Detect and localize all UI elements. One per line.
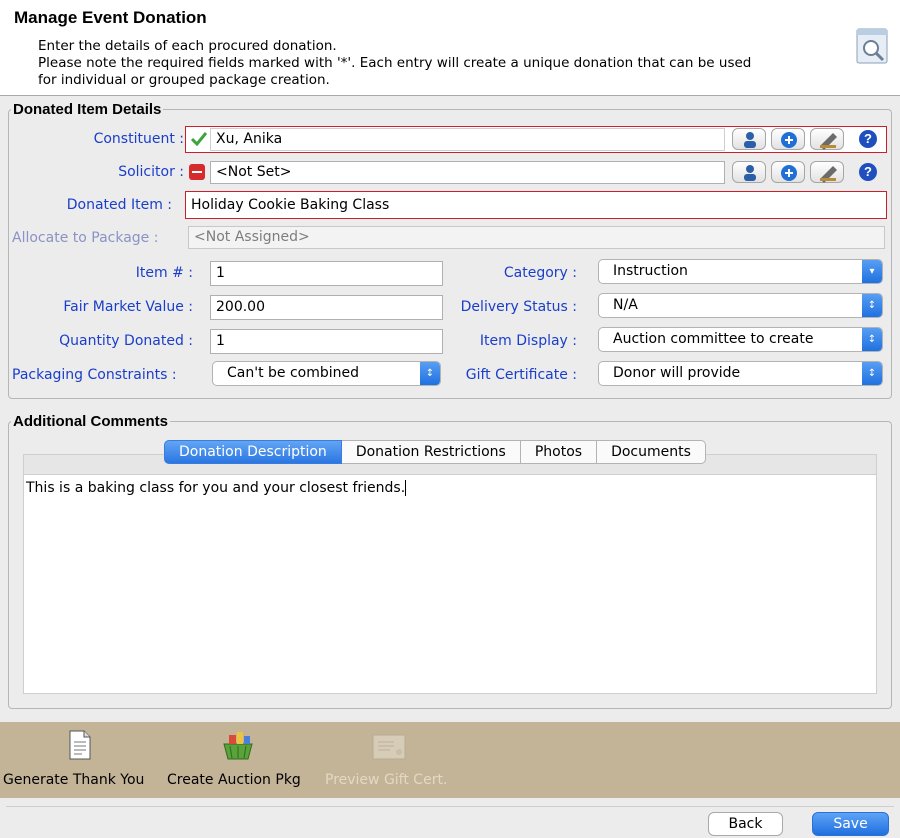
constituent-field[interactable]: Xu, Anika: [210, 128, 725, 151]
category-select[interactable]: Instruction ▾: [598, 259, 883, 284]
solicitor-add-button[interactable]: [771, 161, 805, 183]
solicitor-label: Solicitor :: [118, 164, 184, 180]
gift-certificate-select[interactable]: Donor will provide ↕: [598, 361, 883, 386]
tab-donation-description[interactable]: Donation Description: [164, 440, 342, 464]
item-number-label: Item # :: [135, 265, 193, 281]
action-toolbar: Generate Thank You Create Auction Pkg Pr…: [0, 722, 900, 798]
remove-icon[interactable]: [189, 164, 205, 180]
tab-donation-restrictions[interactable]: Donation Restrictions: [341, 440, 521, 464]
constituent-add-button[interactable]: [771, 128, 805, 150]
packaging-constraints-select[interactable]: Can't be combined ↕: [212, 361, 441, 386]
donated-item-details-legend: Donated Item Details: [13, 101, 162, 118]
edit-icon: [820, 133, 837, 150]
additional-comments-legend: Additional Comments: [13, 413, 169, 430]
chevron-down-icon: ▾: [862, 260, 882, 283]
item-number-field[interactable]: 1: [210, 261, 443, 286]
category-label: Category :: [503, 265, 577, 281]
donation-description-text: This is a baking class for you and your …: [26, 480, 406, 496]
generate-thank-you-label: Generate Thank You: [3, 772, 145, 788]
gift-certificate-value: Donor will provide: [613, 365, 741, 381]
page-title: Manage Event Donation: [14, 8, 207, 27]
gift-certificate-label: Gift Certificate :: [465, 367, 577, 383]
header-instruction-1: Enter the details of each procured donat…: [38, 38, 337, 54]
add-icon: [781, 132, 797, 148]
create-auction-pkg-label: Create Auction Pkg: [167, 772, 301, 788]
preview-gift-cert-label: Preview Gift Cert.: [325, 772, 448, 788]
updown-icon: ↕: [862, 362, 882, 385]
certificate-icon: [372, 734, 406, 764]
item-display-label: Item Display :: [479, 333, 577, 349]
constituent-edit-button[interactable]: [810, 128, 844, 150]
item-display-value: Auction committee to create: [613, 331, 814, 347]
solicitor-field[interactable]: <Not Set>: [210, 161, 725, 184]
tab-documents[interactable]: Documents: [597, 440, 706, 464]
quantity-donated-field[interactable]: 1: [210, 329, 443, 354]
solicitor-edit-button[interactable]: [810, 161, 844, 183]
person-icon: [744, 132, 756, 148]
edit-icon: [820, 166, 837, 183]
packaging-constraints-label: Packaging Constraints :: [12, 367, 177, 383]
quantity-donated-label: Quantity Donated :: [59, 333, 193, 349]
back-button[interactable]: Back: [708, 812, 783, 836]
search-window-icon: [856, 28, 888, 66]
donation-description-textarea[interactable]: This is a baking class for you and your …: [23, 474, 877, 694]
comments-tabs: Donation Description Donation Restrictio…: [164, 440, 706, 464]
delivery-status-select[interactable]: N/A ↕: [598, 293, 883, 318]
solicitor-help-icon[interactable]: ?: [859, 163, 877, 181]
gift-basket-icon: [220, 730, 256, 764]
fair-market-value-label: Fair Market Value :: [63, 299, 193, 315]
updown-icon: ↕: [862, 328, 882, 351]
footer-divider: [6, 806, 894, 807]
header-instruction-3: for individual or grouped package creati…: [38, 72, 330, 88]
save-button[interactable]: Save: [812, 812, 889, 836]
donated-item-label: Donated Item :: [66, 197, 172, 213]
tab-photos[interactable]: Photos: [520, 440, 598, 464]
create-auction-pkg-button[interactable]: Create Auction Pkg: [164, 722, 316, 798]
person-icon: [744, 165, 756, 181]
text-cursor: [405, 480, 407, 496]
generate-thank-you-button[interactable]: Generate Thank You: [0, 722, 158, 798]
updown-icon: ↕: [862, 294, 882, 317]
document-icon: [68, 730, 92, 764]
allocate-package-label: Allocate to Package :: [12, 230, 159, 246]
fair-market-value-field[interactable]: 200.00: [210, 295, 443, 320]
packaging-constraints-value: Can't be combined: [227, 365, 360, 381]
constituent-help-icon[interactable]: ?: [859, 130, 877, 148]
check-icon: [190, 132, 208, 150]
allocate-package-field: <Not Assigned>: [188, 226, 885, 249]
page-header: Manage Event Donation Enter the details …: [0, 0, 900, 96]
delivery-status-value: N/A: [613, 297, 638, 313]
item-display-select[interactable]: Auction committee to create ↕: [598, 327, 883, 352]
constituent-lookup-button[interactable]: [732, 128, 766, 150]
header-instruction-2: Please note the required fields marked w…: [38, 55, 752, 71]
delivery-status-label: Delivery Status :: [460, 299, 577, 315]
constituent-label: Constituent :: [93, 131, 184, 147]
solicitor-lookup-button[interactable]: [732, 161, 766, 183]
category-value: Instruction: [613, 263, 688, 279]
add-icon: [781, 165, 797, 181]
preview-gift-cert-button: Preview Gift Cert.: [322, 722, 462, 798]
updown-icon: ↕: [420, 362, 440, 385]
donated-item-field[interactable]: Holiday Cookie Baking Class: [185, 191, 887, 219]
